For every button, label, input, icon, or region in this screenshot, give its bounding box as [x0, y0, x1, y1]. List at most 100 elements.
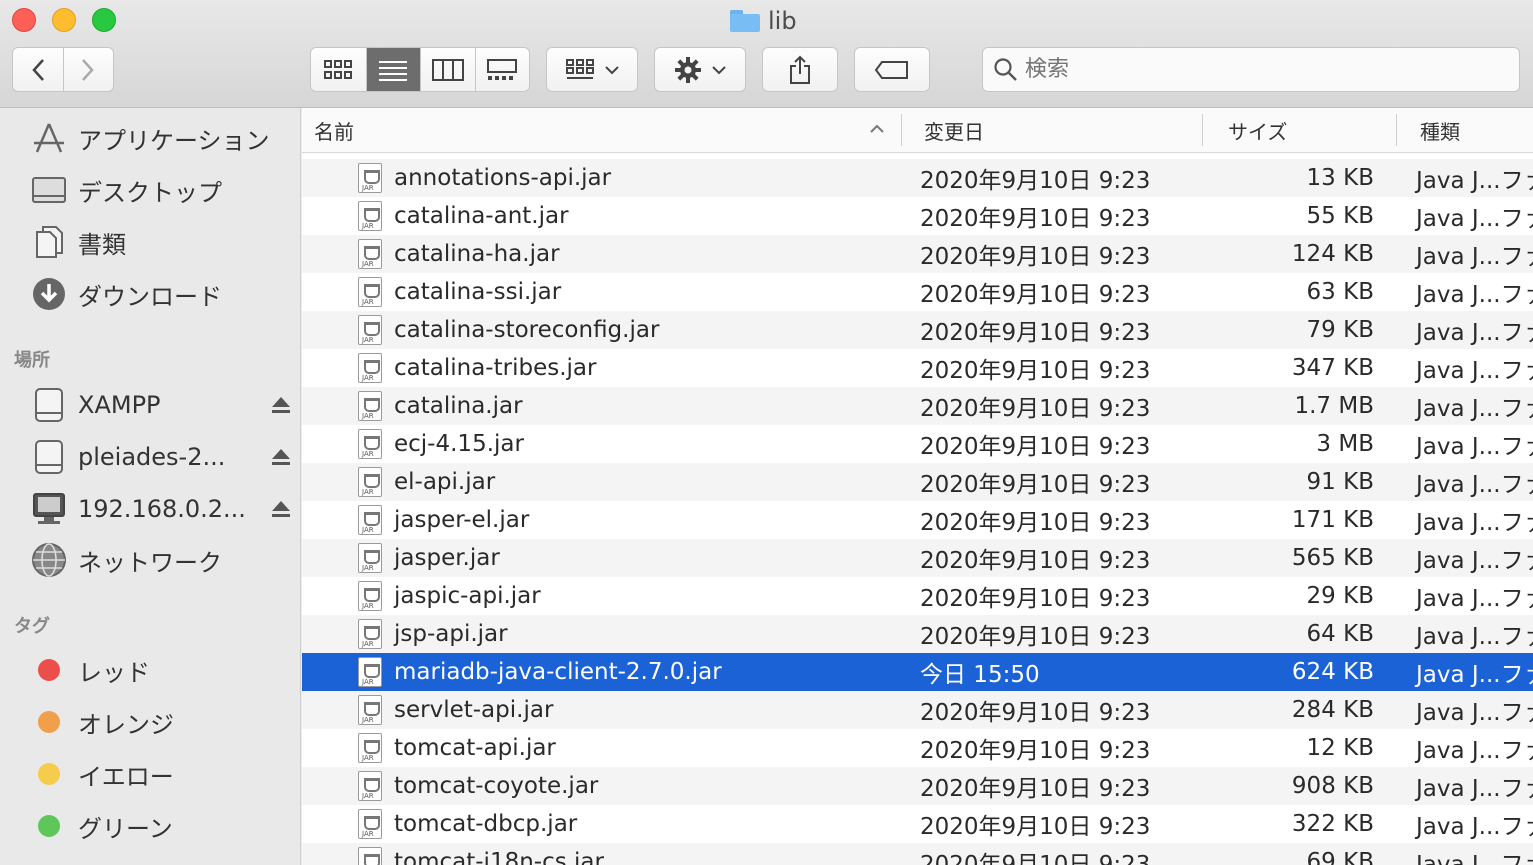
- file-kind: Java J...ファ: [1416, 472, 1533, 498]
- file-kind: Java J...ファ: [1416, 700, 1533, 726]
- file-row[interactable]: catalina-ssi.jar 2020年9月10日 9:23 63 KB Java…: [302, 273, 1533, 311]
- file-row[interactable]: jaspic-api.jar 2020年9月10日 9:23 29 KB Java J…: [302, 577, 1533, 615]
- eject-icon[interactable]: [270, 448, 292, 466]
- column-header-name[interactable]: 名前: [314, 108, 904, 153]
- sidebar-item-label: オレンジ: [78, 710, 174, 739]
- jar-file-icon: [358, 239, 382, 269]
- file-row[interactable]: tomcat-coyote.jar 2020年9月10日 9:23 908 KB Ja…: [302, 767, 1533, 805]
- sidebar-item-xampp[interactable]: XAMPP: [30, 385, 292, 425]
- sidebar-item-documents[interactable]: 書類: [30, 222, 292, 262]
- jar-file-icon: [358, 315, 382, 345]
- tag-button[interactable]: [854, 47, 930, 92]
- column-header-date[interactable]: 変更日: [924, 108, 1204, 153]
- minimize-window-button[interactable]: [52, 8, 76, 32]
- file-row[interactable]: annotations-api.jar 2020年9月10日 9:23 13 KB J…: [302, 159, 1533, 197]
- search-field[interactable]: [982, 47, 1520, 92]
- file-row[interactable]: jasper.jar 2020年9月10日 9:23 565 KB Java J...…: [302, 539, 1533, 577]
- file-kind: Java J...ファ: [1416, 358, 1533, 384]
- file-date: 2020年9月10日 9:23: [920, 472, 1151, 498]
- group-by-button[interactable]: [546, 47, 638, 92]
- file-size: 64 KB: [1306, 621, 1374, 647]
- window-title: lib: [730, 6, 797, 36]
- file-row[interactable]: el-api.jar 2020年9月10日 9:23 91 KB Java J...フ…: [302, 463, 1533, 501]
- file-name: jaspic-api.jar: [394, 583, 541, 609]
- locations-header: 場所: [14, 350, 50, 371]
- file-name: servlet-api.jar: [394, 697, 554, 723]
- server-icon: [30, 490, 68, 528]
- applications-icon: [30, 119, 68, 157]
- column-divider[interactable]: [901, 114, 902, 146]
- file-kind: Java J...ファ: [1416, 320, 1533, 346]
- orange-tag-icon: [38, 711, 60, 733]
- sidebar-item-desktop[interactable]: デスクトップ: [30, 170, 292, 210]
- columns-icon: [431, 58, 464, 81]
- fullscreen-window-button[interactable]: [92, 8, 116, 32]
- file-row[interactable]: ecj-4.15.jar 2020年9月10日 9:23 3 MB Java J...…: [302, 425, 1533, 463]
- file-row[interactable]: catalina-ant.jar 2020年9月10日 9:23 55 KB Java…: [302, 197, 1533, 235]
- file-size: 347 KB: [1291, 355, 1374, 381]
- list-view-button[interactable]: [365, 48, 420, 91]
- icon-grid-icon: [324, 59, 353, 79]
- file-name: tomcat-dbcp.jar: [394, 811, 578, 837]
- toolbar: lib: [0, 0, 1533, 108]
- file-date: 2020年9月10日 9:23: [920, 244, 1151, 270]
- file-row[interactable]: tomcat-dbcp.jar 2020年9月10日 9:23 322 KB Java…: [302, 805, 1533, 843]
- file-row[interactable]: tomcat-api.jar 2020年9月10日 9:23 12 KB Java J…: [302, 729, 1533, 767]
- close-window-button[interactable]: [12, 8, 36, 32]
- file-date: 2020年9月10日 9:23: [920, 738, 1151, 764]
- file-row[interactable]: catalina-tribes.jar 2020年9月10日 9:23 347 KB…: [302, 349, 1533, 387]
- file-row[interactable]: catalina.jar 2020年9月10日 9:23 1.7 MB Java J.…: [302, 387, 1533, 425]
- sidebar: アプリケーション デスクトップ 書類 ダウンロード 場所 XAMPP pleia…: [0, 108, 301, 865]
- file-size: 13 KB: [1306, 165, 1374, 191]
- gallery-view-button[interactable]: [474, 48, 530, 91]
- file-row[interactable]: servlet-api.jar 2020年9月10日 9:23 284 KB Java…: [302, 691, 1533, 729]
- sidebar-item-pleiades[interactable]: pleiades-2...: [30, 437, 292, 477]
- file-size: 322 KB: [1291, 811, 1374, 837]
- file-size: 79 KB: [1306, 317, 1374, 343]
- column-header-kind[interactable]: 種類: [1420, 108, 1533, 153]
- sidebar-item-network[interactable]: ネットワーク: [30, 540, 292, 580]
- jar-file-icon: [358, 163, 382, 193]
- sidebar-tag-red[interactable]: レッド: [30, 650, 292, 690]
- file-date: 2020年9月10日 9:23: [920, 358, 1151, 384]
- column-view-button[interactable]: [420, 48, 475, 91]
- back-button[interactable]: [13, 48, 63, 91]
- file-date: 2020年9月10日 9:23: [920, 320, 1151, 346]
- file-date: 2020年9月10日 9:23: [920, 168, 1151, 194]
- file-size: 69 KB: [1306, 849, 1374, 865]
- chevron-down-icon: [605, 65, 619, 74]
- action-button[interactable]: [654, 47, 746, 92]
- file-name: mariadb-java-client-2.7.0.jar: [394, 659, 722, 685]
- column-header-size[interactable]: サイズ: [1228, 108, 1398, 153]
- eject-icon[interactable]: [270, 396, 292, 414]
- share-icon: [790, 55, 810, 84]
- column-divider[interactable]: [1202, 114, 1203, 146]
- share-button[interactable]: [762, 47, 838, 92]
- sidebar-tag-green[interactable]: グリーン: [30, 806, 292, 846]
- file-row[interactable]: tomcat-i18n-cs.jar 2020年9月10日 9:23 69 KB Ja…: [302, 843, 1533, 865]
- file-name: jasper-el.jar: [394, 507, 530, 533]
- column-divider[interactable]: [1396, 114, 1397, 146]
- jar-file-icon: [358, 353, 382, 383]
- icon-view-button[interactable]: [311, 48, 366, 91]
- eject-icon[interactable]: [270, 500, 292, 518]
- file-row[interactable]: catalina-storeconfig.jar 2020年9月10日 9:23 7…: [302, 311, 1533, 349]
- sidebar-item-applications[interactable]: アプリケーション: [30, 118, 292, 158]
- sidebar-tag-yellow[interactable]: イエロー: [30, 754, 292, 794]
- sidebar-tag-orange[interactable]: オレンジ: [30, 702, 292, 742]
- file-size: 91 KB: [1306, 469, 1374, 495]
- jar-file-icon: [358, 619, 382, 649]
- forward-button[interactable]: [62, 48, 114, 91]
- file-row[interactable]: catalina-ha.jar 2020年9月10日 9:23 124 KB Java…: [302, 235, 1533, 273]
- file-row[interactable]: jasper-el.jar 2020年9月10日 9:23 171 KB Java J…: [302, 501, 1533, 539]
- search-input[interactable]: [1025, 57, 1505, 82]
- sidebar-item-server[interactable]: 192.168.0.2...: [30, 489, 292, 529]
- sidebar-item-label: アプリケーション: [78, 126, 270, 155]
- file-name: catalina-storeconfig.jar: [394, 317, 660, 343]
- sidebar-item-downloads[interactable]: ダウンロード: [30, 274, 292, 314]
- file-date: 2020年9月10日 9:23: [920, 700, 1151, 726]
- file-row[interactable]: jsp-api.jar 2020年9月10日 9:23 64 KB Java J...…: [302, 615, 1533, 653]
- file-name: catalina.jar: [394, 393, 523, 419]
- window-title-label: lib: [768, 7, 797, 35]
- file-row-selected[interactable]: mariadb-java-client-2.7.0.jar 今日 15:50 624…: [302, 653, 1533, 691]
